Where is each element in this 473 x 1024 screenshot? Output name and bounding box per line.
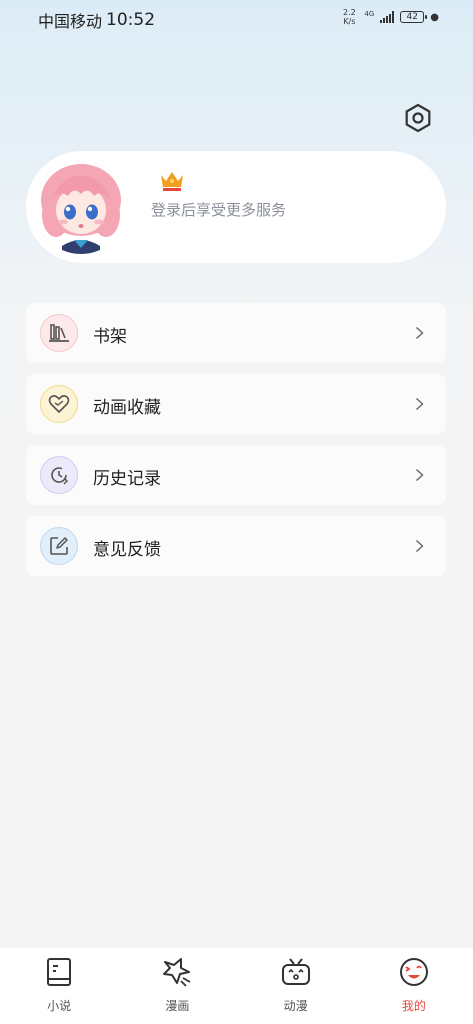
carrier-label: 中国移动 — [38, 12, 103, 31]
signal-icon — [380, 11, 395, 23]
tab-mine-label: 我的 — [401, 999, 426, 1013]
status-time: 10:52 — [106, 10, 156, 30]
battery-level: 42 — [406, 12, 418, 22]
menu-label-anime-favorites: 动画收藏 — [93, 398, 161, 418]
feedback-edit-icon — [40, 527, 78, 565]
menu-item-bookshelf[interactable]: 书架 — [26, 303, 446, 363]
menu-label-feedback: 意见反馈 — [93, 540, 161, 560]
tab-anime-label: 动漫 — [283, 999, 308, 1013]
crown-icon — [161, 172, 183, 191]
chevron-right-icon — [416, 468, 424, 482]
status-right: 2.2 K/s 4G 42 ● — [340, 8, 439, 26]
avatar[interactable] — [34, 160, 128, 254]
chevron-right-icon — [416, 326, 424, 340]
network-type: 4G — [364, 10, 375, 18]
comic-icon — [163, 958, 191, 987]
bookshelf-icon — [40, 314, 78, 352]
net-speed: 2.2 K/s — [340, 8, 358, 26]
menu-label-bookshelf: 书架 — [93, 327, 127, 347]
net-speed-value: 2.2 — [343, 8, 356, 17]
status-left: 中国移动 10:52 — [38, 8, 155, 32]
menu-item-history[interactable]: 历史记录 — [26, 445, 446, 505]
status-bar: 中国移动 10:52 2.2 K/s 4G 42 ● — [0, 0, 473, 38]
tab-mine[interactable]: 我的 — [355, 948, 473, 1024]
tab-novel-label: 小说 — [47, 999, 72, 1013]
menu-item-anime-favorites[interactable]: 动画收藏 — [26, 374, 446, 434]
menu-item-feedback[interactable]: 意见反馈 — [26, 516, 446, 576]
profile-card[interactable]: 登录后享受更多服务 — [26, 151, 446, 263]
chevron-right-icon — [416, 397, 424, 411]
settings-button[interactable] — [402, 102, 434, 134]
novel-book-icon — [47, 958, 72, 986]
tab-comic[interactable]: 漫画 — [118, 948, 236, 1024]
chevron-right-icon — [416, 539, 424, 553]
tab-anime[interactable]: 动漫 — [237, 948, 355, 1024]
bottom-nav: 小说 漫画 动漫 我的 — [0, 948, 473, 1024]
battery-icon: 42 — [400, 11, 428, 23]
menu-label-history: 历史记录 — [93, 469, 161, 489]
menu-list: 书架 动画收藏 历史记录 意见反馈 — [26, 303, 446, 587]
profile-face-icon — [399, 958, 428, 986]
anime-tv-icon — [281, 958, 310, 985]
net-speed-unit: K/s — [343, 17, 356, 26]
settings-icon — [405, 103, 431, 133]
history-clock-icon — [40, 456, 78, 494]
tab-comic-label: 漫画 — [165, 999, 190, 1013]
heart-collection-icon — [40, 385, 78, 423]
leaf-icon: ● — [430, 11, 439, 23]
login-hint[interactable]: 登录后享受更多服务 — [151, 199, 286, 220]
tab-novel[interactable]: 小说 — [0, 948, 118, 1024]
